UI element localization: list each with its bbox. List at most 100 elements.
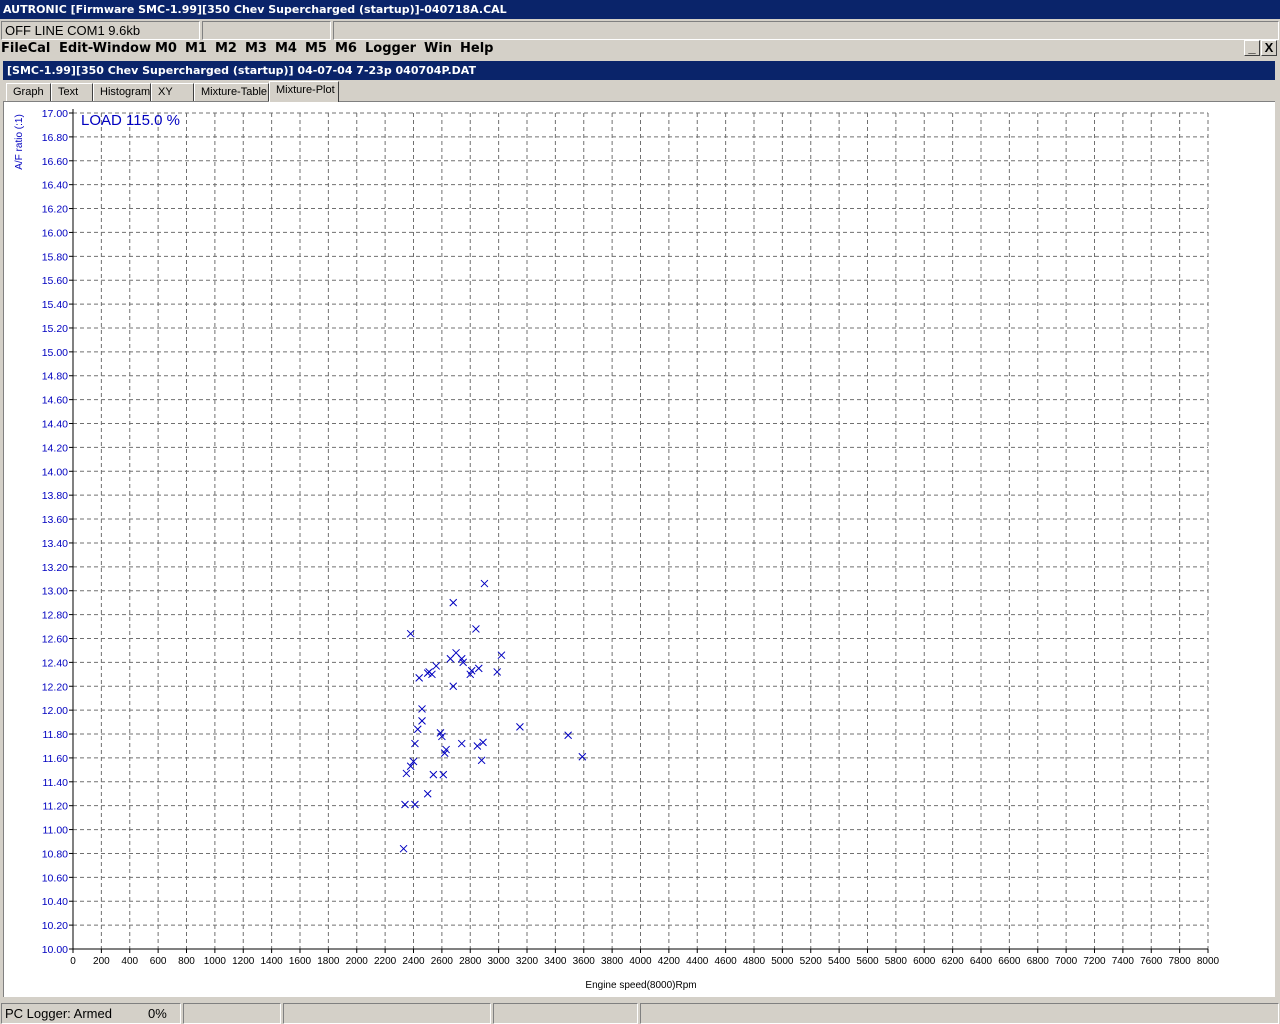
data-point [446,654,455,663]
menu-m6[interactable]: M6 [335,40,357,58]
y-axis-label: A/F ratio (:1) [14,114,25,170]
data-point [472,625,480,633]
y-tick-label: 10.40 [42,896,68,908]
data-point [449,598,458,607]
x-tick-label: 8000 [1197,956,1220,967]
tab-mixture-plot[interactable]: Mixture-Plot [269,81,339,102]
y-tick-label: 16.60 [42,156,68,168]
data-point [401,800,409,809]
x-tick-label: 4200 [658,956,681,967]
data-point [418,717,426,725]
x-tick-label: 7800 [1169,956,1192,967]
data-point [429,770,438,779]
menu-logger[interactable]: Logger [365,40,416,58]
menu-win[interactable]: Win [424,40,452,58]
data-point [564,731,572,740]
y-tick-label: 13.80 [42,490,68,502]
y-tick-label: 11.60 [43,753,69,765]
y-tick-label: 15.80 [42,251,68,263]
x-tick-label: 5800 [885,956,908,967]
y-tick-label: 10.60 [42,872,68,884]
y-tick-label: 11.20 [43,801,69,813]
menu-edit-window[interactable]: Edit-Window [59,40,151,58]
status-field-6 [640,1003,1279,1024]
menu-m3[interactable]: M3 [245,40,267,58]
logger-status: PC Logger: Armed 0% [1,1003,181,1024]
y-tick-label: 10.00 [42,944,68,956]
status-field-4 [283,1003,491,1024]
bottom-status-bar: PC Logger: Armed 0% [0,1003,1280,1024]
menu-help[interactable]: Help [460,40,493,58]
y-tick-label: 12.60 [42,633,68,645]
x-tick-label: 7600 [1140,956,1163,967]
x-tick-label: 1200 [232,956,255,967]
data-point [578,752,587,761]
y-tick-label: 15.60 [42,275,68,287]
minimize-button[interactable]: _ [1244,40,1260,56]
menu-bar: FileCal Edit-Window M0 M1 M2 M3 M4 M5 M6… [0,40,1280,58]
tab-graph[interactable]: Graph [6,83,51,101]
x-tick-label: 5600 [856,956,879,967]
data-point [439,770,448,779]
x-tick-label: 2800 [459,956,482,967]
connection-status: OFF LINE COM1 9.6kb [1,21,200,40]
status-field-3 [183,1003,281,1024]
menu-filecal[interactable]: FileCal [1,40,50,58]
y-tick-label: 13.60 [42,514,68,526]
mixture-plot-panel: 10.00 10.20 10.40 10.60 10.80 11.00 11.20 11.40… [3,101,1275,997]
data-point [516,723,524,731]
y-tick-label: 12.80 [42,610,68,622]
x-tick-label: 4600 [715,956,738,967]
x-tick-label: 400 [121,956,138,967]
y-tick-label: 15.20 [42,323,68,335]
y-tick-label: 13.00 [42,586,68,598]
x-tick-label: 3800 [601,956,624,967]
x-tick-label: 3600 [573,956,596,967]
y-tick-label: 14.60 [42,395,68,407]
x-tick-label: 6800 [1027,956,1050,967]
load-annotation: LOAD 115.0 % [81,112,180,129]
x-tick-label: 2600 [431,956,454,967]
data-point [449,682,458,691]
x-tick-label: 2200 [374,956,397,967]
tab-mixture-table[interactable]: Mixture-Table [194,83,269,101]
y-tick-label: 15.00 [42,347,68,359]
close-button[interactable]: X [1261,40,1277,56]
data-point [474,664,483,673]
x-tick-label: 3400 [544,956,567,967]
y-tick-label: 12.20 [42,681,68,693]
x-tick-label: 6200 [942,956,965,967]
tab-histogram[interactable]: Histogram [93,83,151,101]
y-tick-label: 16.40 [42,180,68,192]
tab-text[interactable]: Text [51,83,93,101]
status-field-5 [493,1003,638,1024]
x-tick-label: 1400 [261,956,284,967]
status-field-3 [333,21,1279,40]
x-tick-label: 7400 [1112,956,1135,967]
menu-m1[interactable]: M1 [185,40,207,58]
x-axis-label: Engine speed(8000)Rpm [585,980,696,991]
status-field-2 [202,21,331,40]
app-title-bar: AUTRONIC [Firmware SMC-1.99][350 Chev Su… [0,0,1280,19]
x-tick-label: 2000 [346,956,369,967]
y-tick-label: 10.20 [42,920,68,932]
y-tick-label: 11.00 [43,825,69,837]
child-window-title-bar: [SMC-1.99][350 Chev Supercharged (startu… [3,61,1275,80]
data-point [480,579,489,588]
x-tick-label: 6000 [913,956,936,967]
data-point [415,674,424,682]
y-tick-label: 17.00 [42,108,68,120]
x-tick-label: 7200 [1083,956,1106,967]
menu-m5[interactable]: M5 [305,40,327,58]
y-tick-label: 12.00 [42,705,68,717]
menu-m2[interactable]: M2 [215,40,237,58]
menu-m4[interactable]: M4 [275,40,297,58]
data-point [418,705,426,713]
tab-xy[interactable]: XY [151,83,194,101]
x-tick-label: 3200 [516,956,539,967]
x-tick-label: 7000 [1055,956,1078,967]
x-tick-label: 200 [93,956,110,967]
x-tick-label: 0 [70,956,76,967]
y-tick-label: 11.40 [43,777,69,789]
menu-m0[interactable]: M0 [155,40,177,58]
